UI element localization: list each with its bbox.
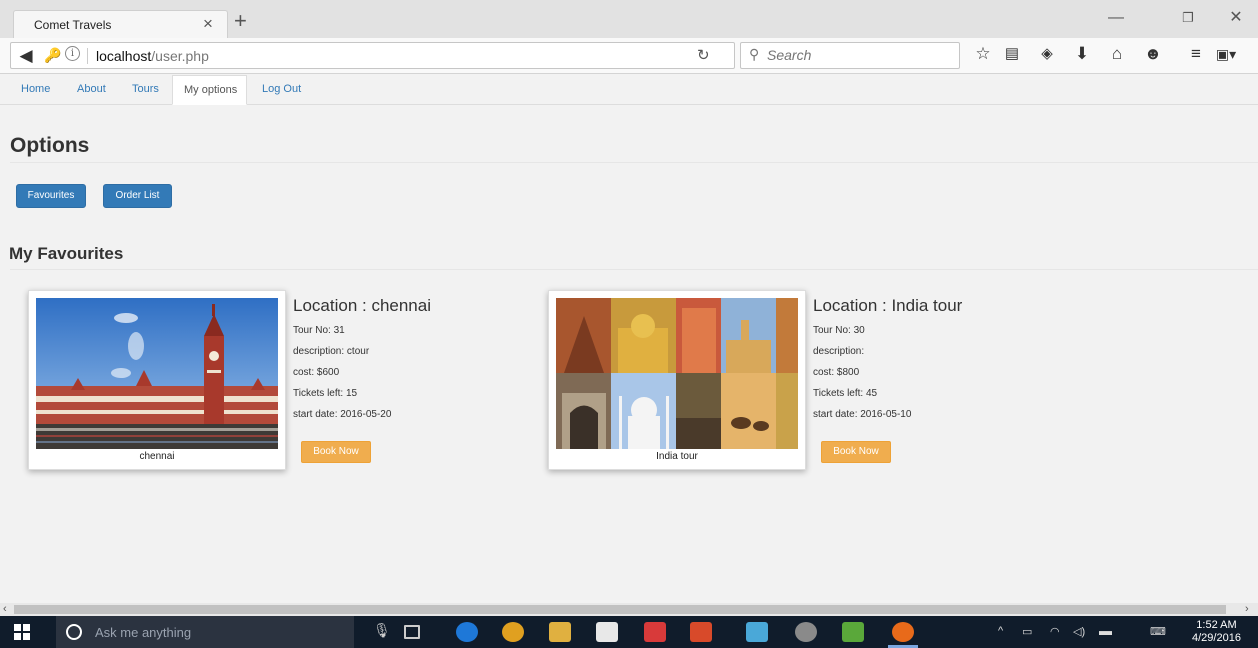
- tab-title: Comet Travels: [34, 18, 112, 32]
- url-path: /user.php: [151, 48, 209, 64]
- tour-info-chennai: Location : chennai Tour No: 31 descripti…: [293, 296, 523, 429]
- close-tab-icon[interactable]: ×: [203, 14, 213, 34]
- tour-tickets-left: Tickets left: 15: [293, 388, 358, 399]
- browser-toolbar: ◀ 🔑 i localhost/user.php ↻ ⚲: [0, 38, 1258, 74]
- site-nav: Home About Tours My options Log Out: [0, 75, 1258, 105]
- tour-caption: India tour: [656, 451, 698, 462]
- volume-icon[interactable]: ◁): [1073, 625, 1085, 638]
- clock-date: 4/29/2016: [1192, 632, 1241, 644]
- search-bar[interactable]: ⚲: [740, 42, 960, 69]
- search-icon: ⚲: [749, 46, 760, 62]
- nav-home[interactable]: Home: [13, 75, 58, 105]
- edge-icon[interactable]: [456, 622, 478, 642]
- browser-tab[interactable]: Comet Travels ×: [13, 10, 228, 38]
- tour-thumbnail-chennai[interactable]: chennai: [28, 290, 286, 470]
- app-icon[interactable]: [746, 622, 768, 642]
- chrome-icon[interactable]: [502, 622, 524, 642]
- horizontal-scrollbar[interactable]: ‹ ›: [0, 603, 1258, 616]
- nav-tours[interactable]: Tours: [124, 75, 167, 105]
- microphone-icon[interactable]: 🎙: [373, 622, 391, 639]
- book-now-button[interactable]: Book Now: [821, 441, 891, 463]
- nav-about[interactable]: About: [69, 75, 114, 105]
- page-title: Options: [10, 134, 90, 157]
- scrollbar-thumb[interactable]: [14, 605, 1226, 614]
- image-app-icon[interactable]: [842, 622, 864, 642]
- cortana-search[interactable]: Ask me anything: [56, 616, 354, 648]
- firefox-icon[interactable]: [892, 622, 914, 642]
- scroll-left-icon[interactable]: ‹: [3, 603, 7, 616]
- file-explorer-icon[interactable]: [549, 622, 571, 642]
- menu-icon[interactable]: ≡: [1185, 42, 1207, 66]
- search-input[interactable]: [767, 47, 947, 63]
- task-view-icon[interactable]: [404, 625, 420, 639]
- tray-chevron-icon[interactable]: ^: [998, 625, 1003, 637]
- cortana-icon: [66, 624, 82, 640]
- clock-time: 1:52 AM: [1196, 619, 1237, 631]
- github-icon[interactable]: [795, 622, 817, 642]
- windows-taskbar: Ask me anything 🎙 ^ ▭ ◠ ◁) ▬ ⌨ 1:52 AM 4…: [0, 616, 1258, 648]
- tour-description: description:: [813, 346, 865, 357]
- key-icon[interactable]: 🔑: [44, 47, 61, 64]
- book-now-button[interactable]: Book Now: [301, 441, 371, 463]
- tour-location: Location : chennai: [293, 296, 431, 315]
- chat-icon[interactable]: ☻: [1142, 42, 1164, 66]
- scroll-right-icon[interactable]: ›: [1245, 603, 1249, 616]
- notification-icon[interactable]: ▬: [1099, 623, 1112, 638]
- battery-icon[interactable]: ▭: [1022, 625, 1032, 638]
- tour-image-india: [556, 298, 798, 449]
- browser-tab-bar: Comet Travels × + — ❐ ✕: [0, 0, 1258, 38]
- cortana-search-text: Ask me anything: [95, 625, 192, 640]
- tour-start-date: start date: 2016-05-10: [813, 409, 912, 420]
- tour-location: Location : India tour: [813, 296, 963, 315]
- tour-number: Tour No: 30: [813, 325, 865, 336]
- reading-list-icon[interactable]: ▤: [1001, 42, 1023, 66]
- store-icon[interactable]: [596, 622, 618, 642]
- url-host: localhost: [96, 48, 152, 64]
- bookmark-star-icon[interactable]: ☆: [972, 42, 994, 66]
- tour-info-india: Location : India tour Tour No: 30 descri…: [813, 296, 1043, 429]
- tour-thumbnail-india[interactable]: India tour: [548, 290, 806, 470]
- home-icon[interactable]: ⌂: [1106, 42, 1128, 66]
- extension-icon[interactable]: ▣▾: [1215, 42, 1237, 66]
- minimize-icon[interactable]: —: [1106, 8, 1126, 28]
- reload-icon[interactable]: ↻: [697, 46, 710, 64]
- keyboard-icon[interactable]: ⌨: [1150, 625, 1166, 638]
- nav-log-out[interactable]: Log Out: [254, 75, 309, 105]
- back-arrow-icon[interactable]: ◀: [13, 43, 39, 68]
- url-text[interactable]: localhost/user.php: [96, 48, 209, 64]
- tour-image-chennai: [36, 298, 278, 449]
- divider: [10, 162, 1258, 163]
- url-bar[interactable]: ◀ 🔑 i localhost/user.php ↻: [10, 42, 735, 69]
- pocket-icon[interactable]: ◈: [1036, 42, 1058, 66]
- restore-icon[interactable]: ❐: [1178, 8, 1198, 28]
- tour-cost: cost: $600: [293, 367, 340, 378]
- favourites-button[interactable]: Favourites: [16, 184, 86, 208]
- pdf-icon[interactable]: [690, 622, 712, 642]
- tour-number: Tour No: 31: [293, 325, 345, 336]
- divider: [10, 269, 1258, 270]
- wifi-icon[interactable]: ◠: [1050, 625, 1060, 638]
- tour-caption: chennai: [139, 451, 175, 462]
- close-window-icon[interactable]: ✕: [1226, 8, 1246, 28]
- site-info-icon[interactable]: i: [65, 46, 80, 61]
- tour-tickets-left: Tickets left: 45: [813, 388, 878, 399]
- nav-my-options[interactable]: My options: [172, 75, 247, 105]
- url-separator: [87, 48, 88, 64]
- section-title: My Favourites: [9, 244, 124, 263]
- windows-start-icon[interactable]: [14, 624, 30, 640]
- order-list-button[interactable]: Order List: [103, 184, 172, 208]
- tour-start-date: start date: 2016-05-20: [293, 409, 392, 420]
- download-icon[interactable]: ⬇: [1071, 42, 1093, 66]
- tour-cost: cost: $800: [813, 367, 860, 378]
- mail-icon[interactable]: [644, 622, 666, 642]
- tour-description: description: ctour: [293, 346, 370, 357]
- taskbar-clock[interactable]: 1:52 AM 4/29/2016: [1192, 619, 1241, 645]
- new-tab-icon[interactable]: +: [234, 10, 247, 32]
